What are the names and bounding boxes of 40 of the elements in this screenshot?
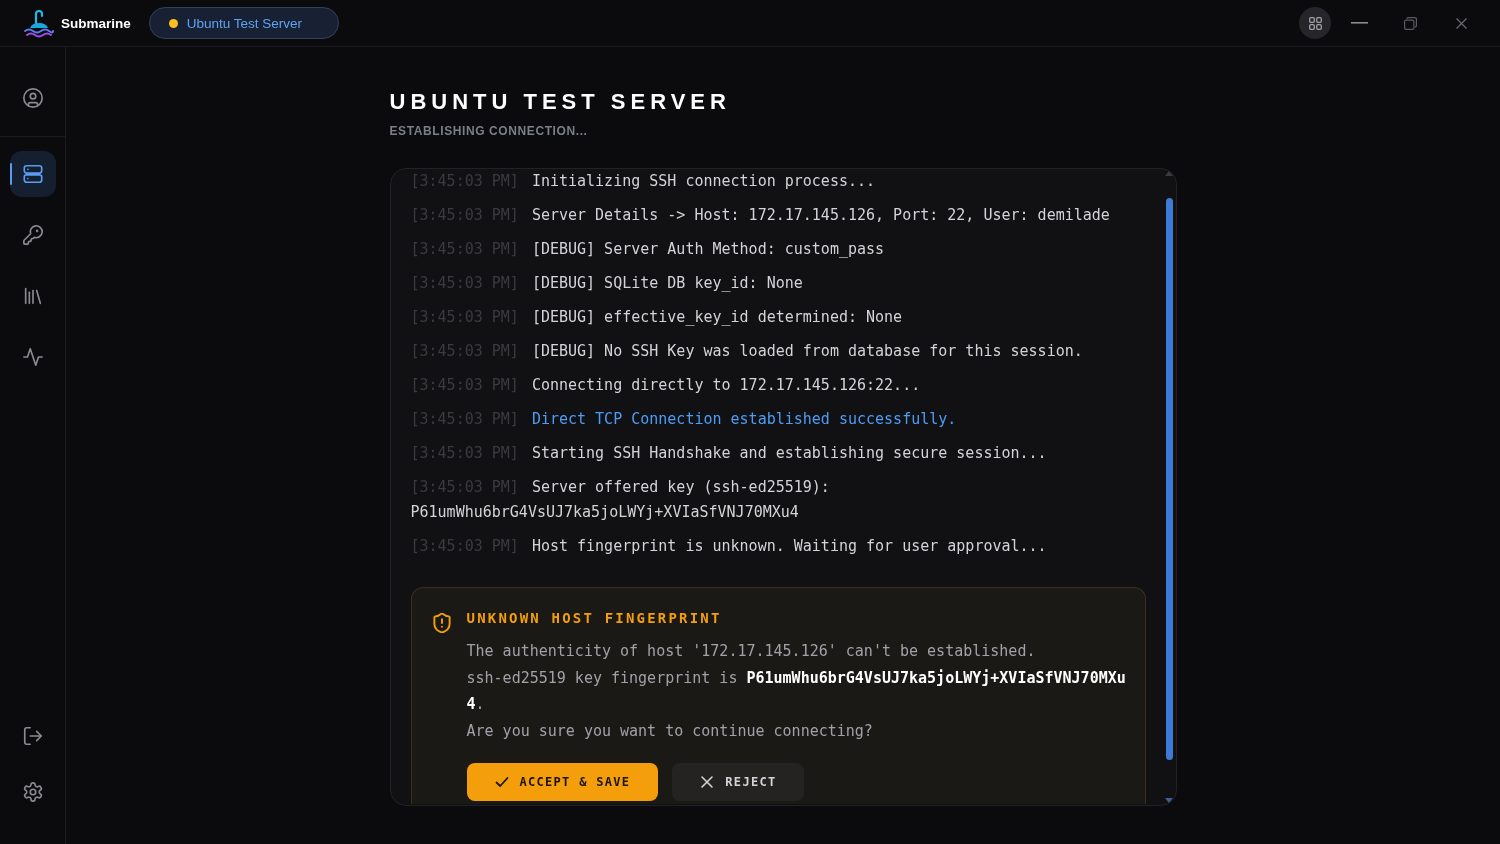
log-message: Server offered key (ssh-ed25519): <box>531 478 830 496</box>
accept-button[interactable]: ACCEPT & SAVE <box>466 762 659 801</box>
status-dot-icon <box>168 18 178 28</box>
reject-button[interactable]: REJECT <box>672 762 805 801</box>
grid-icon <box>1308 16 1322 30</box>
alert-text: Are you sure you want to continue connecting? <box>466 721 874 743</box>
log-message: Server Details -> Host: 172.17.145.126, Port: 22, User: demilade <box>531 206 1110 224</box>
page-subtitle: ESTABLISHING CONNECTION... <box>389 123 589 139</box>
log-message: Starting SSH Handshake and establishing secure session... <box>531 444 1047 462</box>
shield-alert-icon <box>432 613 451 633</box>
log-message: Connecting directly to 172.17.145.126:22... <box>531 376 921 394</box>
log-message: [DEBUG] effective_key_id determined: None <box>531 308 903 326</box>
key-icon <box>21 224 44 246</box>
alert-text: ssh-ed25519 key fingerprint is P61umWhu6brG4VsUJ7ka5joLWYj+XVIaSfVNJ70MXu4. <box>466 667 1127 716</box>
alert-title: UNKNOWN HOST FINGERPRINT <box>466 609 723 627</box>
log-message: Direct TCP Connection established successfully. <box>531 410 957 428</box>
close-icon <box>700 774 715 789</box>
log-message: P61umWhu6brG4VsUJ7ka5joLWYj+XVIaSfVNJ70MXu4 <box>410 502 799 523</box>
settings-icon[interactable] <box>21 781 44 803</box>
restore-icon[interactable] <box>1404 16 1417 30</box>
logo-icon <box>23 8 54 38</box>
log-message: Host fingerprint is unknown. Waiting for user approval... <box>531 537 1047 555</box>
log-message: Initializing SSH connection process... <box>531 172 876 190</box>
scroll-down-icon[interactable] <box>1165 798 1173 803</box>
apps-button[interactable] <box>1299 7 1331 39</box>
logout-icon[interactable] <box>21 725 44 747</box>
sidebar-item[interactable] <box>9 151 56 197</box>
scrollbar-thumb[interactable] <box>1165 198 1173 760</box>
log-message: [DEBUG] Server Auth Method: custom_pass <box>531 240 885 258</box>
app-name: Submarine <box>61 15 131 31</box>
log-message: [DEBUG] SQLite DB key_id: None <box>531 274 803 292</box>
close-icon[interactable] <box>1456 17 1467 29</box>
log-message: [DEBUG] No SSH Key was loaded from database for this session. <box>531 342 1083 360</box>
user-icon <box>21 87 44 109</box>
server-tab[interactable]: Ubuntu Test Server <box>148 7 339 39</box>
activity-icon <box>21 346 44 368</box>
check-icon <box>494 774 509 789</box>
alert-text: The authenticity of host '172.17.145.126' can't be established. <box>466 641 1037 662</box>
page-title: UBUNTU TEST SERVER <box>389 88 732 116</box>
server-icon <box>21 163 44 185</box>
